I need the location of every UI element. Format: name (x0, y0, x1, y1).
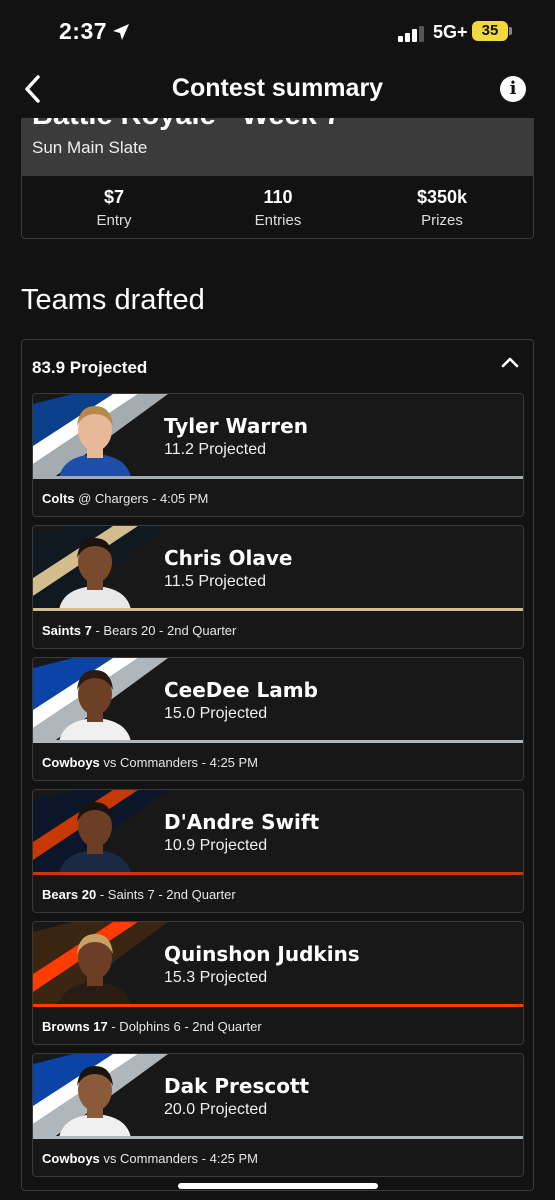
player-headshot (59, 670, 131, 742)
game-info: Bears 20 - Saints 7 - 2nd Quarter (42, 887, 236, 902)
player-headshot (59, 406, 131, 478)
game-info: Colts @ Chargers - 4:05 PM (42, 491, 208, 506)
chevron-up-icon[interactable] (500, 354, 520, 370)
player-headshot (59, 934, 131, 1006)
player-name: Chris Olave (164, 546, 293, 570)
game-team: Bears 20 (42, 887, 97, 902)
section-title: Teams drafted (21, 284, 205, 316)
status-bar: 2:37 5G+ 35 (0, 0, 555, 62)
contest-slate: Sun Main Slate (32, 138, 148, 157)
player-headshot (59, 1066, 131, 1138)
game-details: - Saints 7 - 2nd Quarter (96, 887, 236, 902)
player-banner: Chris Olave 11.5 Projected (33, 526, 523, 610)
stat-label: Prizes (421, 212, 463, 229)
battery-icon (509, 27, 512, 35)
game-team: Browns 17 (42, 1019, 108, 1034)
game-details: vs Commanders - 4:25 PM (99, 755, 259, 770)
game-details: vs Commanders - 4:25 PM (99, 1151, 259, 1166)
player-banner: D'Andre Swift 10.9 Projected (33, 790, 523, 874)
team-color-line (33, 476, 523, 479)
player-projected: 15.3 Projected (164, 969, 268, 986)
player-projected: 11.5 Projected (164, 573, 266, 590)
game-team: Cowboys (42, 1151, 100, 1166)
game-details: @ Chargers - 4:05 PM (74, 491, 209, 506)
player-card[interactable]: Tyler Warren 11.2 Projected Colts @ Char… (32, 393, 524, 517)
game-info: Browns 17 - Dolphins 6 - 2nd Quarter (42, 1019, 262, 1034)
stat-value: 110 (263, 187, 293, 207)
team-color-line (33, 872, 523, 875)
player-name: D'Andre Swift (164, 810, 320, 834)
player-projected: 10.9 Projected (164, 837, 268, 854)
status-time: 2:37 (59, 18, 108, 44)
stat-prizes: $350k Prizes (357, 187, 527, 229)
player-banner: Tyler Warren 11.2 Projected (33, 394, 523, 478)
player-projected: 15.0 Projected (164, 705, 268, 722)
player-projected: 20.0 Projected (164, 1101, 268, 1118)
game-info: Cowboys vs Commanders - 4:25 PM (42, 1151, 258, 1166)
player-card[interactable]: D'Andre Swift 10.9 Projected Bears 20 - … (32, 789, 524, 913)
game-team: Colts (42, 491, 75, 506)
player-headshot (59, 802, 131, 874)
team-color-line (33, 608, 523, 611)
game-team: Saints 7 (42, 623, 92, 638)
team-color-line (33, 1004, 523, 1007)
player-name: Dak Prescott (164, 1074, 310, 1098)
player-name: Quinshon Judkins (164, 942, 360, 966)
player-banner: CeeDee Lamb 15.0 Projected (33, 658, 523, 742)
player-card[interactable]: Quinshon Judkins 15.3 Projected Browns 1… (32, 921, 524, 1045)
battery-level: 35 (472, 21, 508, 41)
info-icon[interactable]: i (500, 76, 526, 102)
page-title: Contest summary (171, 74, 384, 102)
player-banner: Quinshon Judkins 15.3 Projected (33, 922, 523, 1006)
team-color-line (33, 1136, 523, 1139)
game-team: Cowboys (42, 755, 100, 770)
player-name: Tyler Warren (164, 414, 308, 438)
network-type: 5G+ (433, 22, 468, 42)
player-banner: Dak Prescott 20.0 Projected (33, 1054, 523, 1138)
stat-entry: $7 Entry (29, 187, 199, 229)
stat-label: Entries (254, 212, 302, 229)
player-projected: 11.2 Projected (164, 441, 266, 458)
game-details: - Dolphins 6 - 2nd Quarter (107, 1019, 262, 1034)
game-details: - Bears 20 - 2nd Quarter (91, 623, 237, 638)
stat-label: Entry (96, 212, 132, 229)
home-indicator (178, 1183, 378, 1189)
stat-value: $7 (103, 187, 125, 207)
game-info: Saints 7 - Bears 20 - 2nd Quarter (42, 623, 236, 638)
player-name: CeeDee Lamb (164, 678, 318, 702)
location-arrow-icon (113, 24, 129, 40)
contest-card: Battle Royale - Week 7 Sun Main Slate $7… (21, 100, 534, 239)
stat-value: $350k (416, 187, 468, 207)
team-color-line (33, 740, 523, 743)
nav-bar: Contest summary i (0, 62, 555, 118)
player-card[interactable]: Chris Olave 11.5 Projected Saints 7 - Be… (32, 525, 524, 649)
player-card[interactable]: CeeDee Lamb 15.0 Projected Cowboys vs Co… (32, 657, 524, 781)
player-card[interactable]: Dak Prescott 20.0 Projected Cowboys vs C… (32, 1053, 524, 1177)
team-card: 83.9 Projected Tyler Warren 11.2 Project… (21, 339, 534, 1191)
game-info: Cowboys vs Commanders - 4:25 PM (42, 755, 258, 770)
player-headshot (59, 538, 131, 610)
stat-entries: 110 Entries (193, 187, 363, 229)
team-projected-total: 83.9 Projected (32, 358, 148, 377)
cellular-signal-icon (398, 26, 424, 42)
